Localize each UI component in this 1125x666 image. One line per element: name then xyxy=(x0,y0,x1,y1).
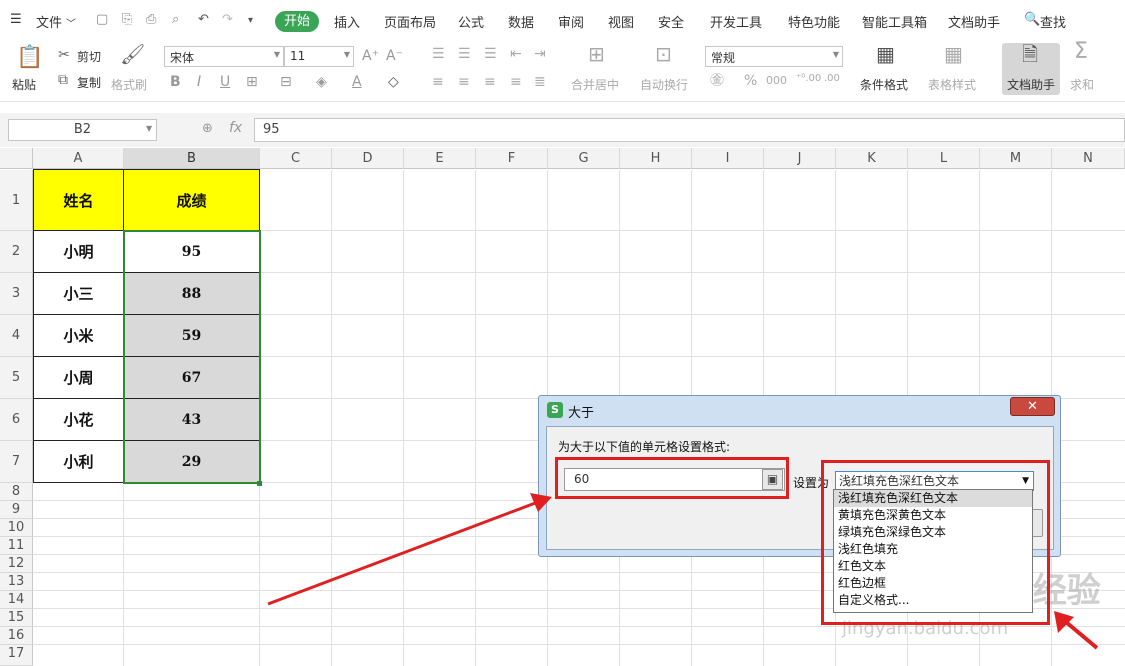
annotation-arrow-line xyxy=(267,500,539,606)
annotation-arrow-head xyxy=(1054,611,1074,633)
annotation-arrows xyxy=(267,493,1099,650)
annotation-arrow-line xyxy=(1064,620,1099,650)
